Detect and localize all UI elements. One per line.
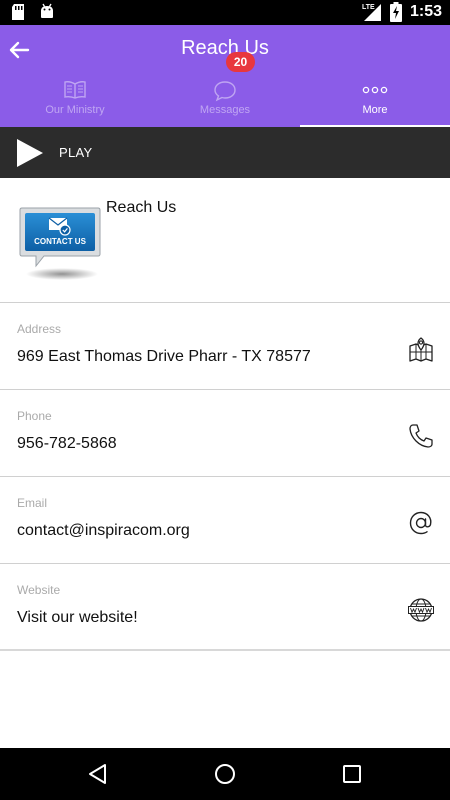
- sd-card-icon: [12, 4, 24, 20]
- email-label: Email: [17, 496, 48, 510]
- phone-label: Phone: [17, 409, 52, 423]
- at-sign-icon[interactable]: [408, 510, 434, 536]
- status-bar: LTE 1:53: [0, 0, 450, 25]
- page-title: Reach Us: [181, 37, 269, 59]
- tab-bar: Our Ministry Messages More: [0, 75, 450, 127]
- phone-value: 956-782-5868: [17, 435, 117, 452]
- more-dots-icon: [362, 86, 388, 94]
- section-header: CONTACT US Reach Us: [0, 178, 450, 303]
- messages-count-badge: 20: [226, 52, 255, 72]
- status-time: 1:53: [409, 3, 442, 20]
- tab-label: Messages: [199, 104, 251, 116]
- play-icon[interactable]: [15, 138, 45, 168]
- website-row[interactable]: Website Visit our website!: [0, 564, 450, 651]
- battery-charging-icon: [389, 2, 402, 22]
- home-circle-icon[interactable]: [213, 762, 237, 786]
- tab-messages[interactable]: Messages: [150, 75, 300, 127]
- chat-bubble-icon: [214, 81, 236, 102]
- tab-our-ministry[interactable]: Our Ministry: [0, 75, 150, 127]
- address-value: 969 East Thomas Drive Pharr - TX 78577: [17, 348, 311, 365]
- svg-text:LTE: LTE: [362, 4, 375, 11]
- address-row[interactable]: Address 969 East Thomas Drive Pharr - TX…: [0, 303, 450, 390]
- tab-label: Our Ministry: [45, 104, 105, 116]
- globe-www-icon[interactable]: [408, 597, 434, 623]
- book-icon: [64, 81, 86, 99]
- email-value: contact@inspiracom.org: [17, 522, 190, 539]
- phone-row[interactable]: Phone 956-782-5868: [0, 390, 450, 477]
- audio-player-bar[interactable]: PLAY: [0, 127, 450, 178]
- back-triangle-icon[interactable]: [86, 762, 110, 786]
- system-nav-bar: [0, 748, 450, 800]
- section-title: Reach Us: [106, 199, 177, 216]
- recents-square-icon[interactable]: [340, 762, 364, 786]
- tab-label: More: [362, 104, 388, 116]
- address-label: Address: [17, 322, 62, 336]
- email-row[interactable]: Email contact@inspiracom.org: [0, 477, 450, 564]
- app-header: Reach Us Our Ministry Messages More: [0, 25, 450, 127]
- play-label: PLAY: [59, 145, 93, 160]
- tab-more[interactable]: More: [300, 75, 450, 127]
- map-location-icon[interactable]: [408, 336, 434, 362]
- website-label: Website: [17, 583, 61, 597]
- contact-us-logo: CONTACT US: [19, 207, 101, 280]
- phone-icon[interactable]: [408, 423, 434, 449]
- lte-signal-icon: LTE: [362, 4, 381, 21]
- android-icon: [41, 3, 53, 18]
- website-value: Visit our website!: [17, 609, 138, 626]
- svg-text:CONTACT US: CONTACT US: [34, 237, 87, 246]
